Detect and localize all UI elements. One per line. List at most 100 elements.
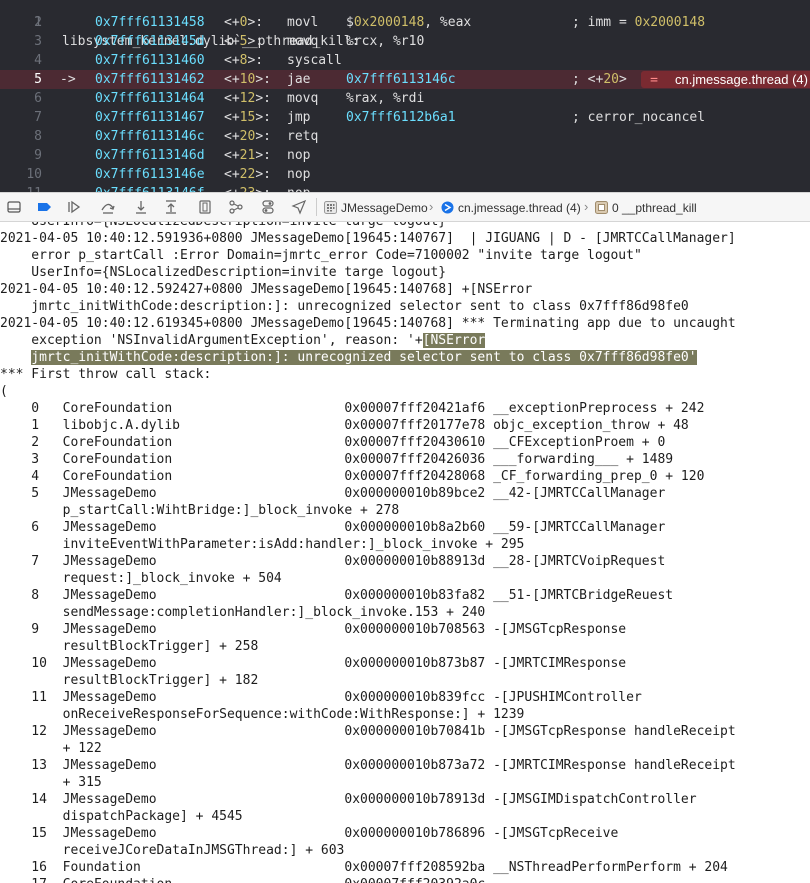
console-line: 4 CoreFoundation 0x00007fff20428068 _CF_… bbox=[0, 468, 704, 485]
toolbar-divider bbox=[316, 198, 317, 216]
console-line: 13 JMessageDemo 0x000000010b873a72 -[JMR… bbox=[0, 757, 736, 774]
line-number: 9 bbox=[34, 148, 42, 163]
operands: $0x2000148, %eax bbox=[346, 13, 471, 32]
console-text: 6 JMessageDemo 0x000000010b8a2b60 __59-[… bbox=[0, 520, 666, 535]
offset-part: 15 bbox=[239, 110, 256, 125]
current-instruction-row[interactable]: 5 -> 0x7fff61131462 <+10>: jae 0x7fff6113146c… bbox=[0, 70, 810, 89]
console-text: jmrtc_initWithCode:description:]: unreco… bbox=[0, 299, 689, 314]
console-line: error p_startCall :Error Domain=jmrtc_er… bbox=[0, 247, 642, 264]
offset-part: 10 bbox=[239, 72, 256, 87]
console-text: 10 JMessageDemo 0x000000010b873b87 -[JMR… bbox=[0, 656, 627, 671]
step-into-icon[interactable] bbox=[133, 199, 149, 215]
instruction-row[interactable]: 3 0x7fff6113145d <+5>: movq %rcx, %r10 bbox=[0, 32, 810, 51]
instruction-row[interactable]: 4 0x7fff61131460 <+8>: syscall bbox=[0, 51, 810, 70]
line-number: 8 bbox=[34, 129, 42, 144]
console-text: 4 CoreFoundation 0x00007fff20428068 _CF_… bbox=[0, 469, 705, 484]
console-line: 12 JMessageDemo 0x000000010b70841b -[JMS… bbox=[0, 723, 735, 740]
console-line: 8 JMessageDemo 0x000000010b83fa82 __51-[… bbox=[0, 587, 673, 604]
step-over-icon[interactable] bbox=[100, 199, 116, 215]
operand-part: $ bbox=[346, 15, 354, 30]
offset-part: <+ bbox=[224, 129, 240, 144]
console-text: 13 JMessageDemo 0x000000010b873a72 -[JMR… bbox=[0, 758, 736, 773]
console-line: receiveJCoreDataInJMSGThread:] + 603 bbox=[0, 842, 345, 859]
console-text: inviteEventWithParameter:isAdd:handler:]… bbox=[0, 537, 525, 552]
console-line: 11 JMessageDemo 0x000000010b839fcc -[JPU… bbox=[0, 689, 642, 706]
console-text: p_startCall:WihtBridge:]_block_invoke + … bbox=[0, 503, 400, 518]
instruction-comment: ; imm = 0x2000148 bbox=[572, 13, 705, 32]
instruction-address: 0x7fff6113146f bbox=[95, 184, 205, 192]
comment-part: 20 bbox=[603, 72, 619, 87]
console-line: exception 'NSInvalidArgumentException', … bbox=[0, 332, 486, 349]
console-line: 17 CoreFoundation 0x00007fff20392a0c bbox=[0, 876, 485, 883]
thread-stopped-badge[interactable]: = cn.jmessage.thread (4) bbox=[641, 71, 810, 88]
operands: 0x7fff6113146c bbox=[346, 70, 456, 89]
console-line: jmrtc_initWithCode:description:]: unreco… bbox=[0, 349, 697, 366]
breakpoints-toggle-icon[interactable] bbox=[36, 199, 52, 215]
console-text: 17 CoreFoundation 0x00007fff20392a0c bbox=[0, 877, 485, 883]
operands: 0x7fff6112b6a1 bbox=[346, 108, 456, 127]
offset-part: 21 bbox=[239, 148, 256, 163]
instruction-row[interactable]: 8 0x7fff6113146c <+20>: retq bbox=[0, 127, 810, 146]
breadcrumb-thread[interactable]: cn.jmessage.thread (4) bbox=[441, 200, 581, 216]
console-text: 15 JMessageDemo 0x000000010b786896 -[JMS… bbox=[0, 826, 619, 841]
console-line: sendMessage:completionHandler:]_block_in… bbox=[0, 604, 486, 621]
offset-part: >: bbox=[247, 15, 264, 30]
operand-part: 0x2000148 bbox=[353, 15, 425, 30]
breadcrumb-frame[interactable]: 0 __pthread_kill bbox=[595, 200, 697, 216]
comment-part: ; cerror_nocancel bbox=[572, 110, 706, 125]
continue-icon[interactable] bbox=[66, 199, 82, 215]
mnemonic: movq bbox=[287, 91, 319, 106]
breadcrumb-target[interactable]: JMessageDemo bbox=[324, 200, 428, 216]
console-line: 7 JMessageDemo 0x000000010b88913d __28-[… bbox=[0, 553, 665, 570]
instruction-address: 0x7fff6113146c bbox=[95, 129, 205, 144]
offset-part: 22 bbox=[239, 167, 256, 182]
mnemonic: movl bbox=[287, 15, 319, 30]
memory-graph-icon[interactable] bbox=[228, 199, 244, 215]
operand-part: %rcx, %r10 bbox=[346, 34, 425, 49]
console-text: 2021-04-05 10:40:12.592427+0800 JMessage… bbox=[0, 282, 533, 297]
line-number: 2 bbox=[34, 15, 42, 30]
mnemonic: jae bbox=[287, 72, 311, 87]
console-line: 2 CoreFoundation 0x00007fff20430610 __CF… bbox=[0, 434, 665, 451]
operand-part: 0x7fff6112b6a1 bbox=[346, 110, 456, 125]
console-output[interactable]: UserInfo={NSLocalizedDescription=invite … bbox=[0, 222, 810, 883]
mnemonic: nop bbox=[287, 184, 310, 192]
console-text: UserInfo={NSLocalizedDescription=invite … bbox=[0, 265, 447, 280]
instruction-address: 0x7fff61131464 bbox=[95, 91, 205, 106]
instruction-address: 0x7fff6113146e bbox=[95, 167, 205, 182]
instruction-row[interactable]: 11 0x7fff6113146f <+23>: nop bbox=[0, 184, 810, 192]
step-out-icon[interactable] bbox=[163, 199, 179, 215]
simulate-location-icon[interactable] bbox=[291, 199, 307, 215]
comment-part: ; <+ bbox=[572, 72, 604, 87]
view-hierarchy-icon[interactable] bbox=[197, 199, 213, 215]
console-text: *** First throw call stack: bbox=[0, 367, 212, 382]
offset-part: >: bbox=[247, 34, 264, 49]
offset-part: <+ bbox=[224, 91, 240, 106]
console-line: 3 CoreFoundation 0x00007fff20426036 ___f… bbox=[0, 451, 673, 468]
console-line: 10 JMessageDemo 0x000000010b873b87 -[JMR… bbox=[0, 655, 626, 672]
console-line: resultBlockTrigger] + 258 bbox=[0, 638, 259, 655]
instruction-row[interactable]: 9 0x7fff6113146d <+21>: nop bbox=[0, 146, 810, 165]
instruction-row[interactable]: 7 0x7fff61131467 <+15>: jmp 0x7fff6112b6a1 ; … bbox=[0, 108, 810, 127]
instruction-offset: <+0>: bbox=[224, 13, 263, 32]
console-line: jmrtc_initWithCode:description:]: unreco… bbox=[0, 298, 689, 315]
instruction-row[interactable]: 6 0x7fff61131464 <+12>: movq %rax, %rdi bbox=[0, 89, 810, 108]
environment-overrides-icon[interactable] bbox=[260, 199, 276, 215]
breadcrumb-chevron-icon: › bbox=[584, 199, 589, 214]
instruction-offset: <+21>: bbox=[224, 146, 271, 165]
console-line: 16 Foundation 0x00007fff208592ba __NSThr… bbox=[0, 859, 728, 876]
instruction-comment: ; <+20> bbox=[572, 70, 627, 89]
instruction-row[interactable]: 10 0x7fff6113146e <+22>: nop bbox=[0, 165, 810, 184]
hide-debug-area-icon[interactable] bbox=[6, 199, 22, 215]
disassembly-pane[interactable]: 1 libsystem_kernel.dylib`__pthread_kill:… bbox=[0, 0, 810, 192]
console-text: 8 JMessageDemo 0x000000010b83fa82 __51-[… bbox=[0, 588, 674, 603]
debug-bar: JMessageDemo › cn.jmessage.thread (4) › … bbox=[0, 192, 810, 222]
instruction-row[interactable]: 2 0x7fff61131458 <+0>: movl $0x2000148, %eax… bbox=[0, 13, 810, 32]
offset-part: <+ bbox=[224, 148, 240, 163]
operands: %rax, %rdi bbox=[346, 89, 424, 108]
console-text: 14 JMessageDemo 0x000000010b78913d -[JMS… bbox=[0, 792, 697, 807]
console-text: 2021-04-05 10:40:12.591936+0800 JMessage… bbox=[0, 231, 736, 246]
operands: %rcx, %r10 bbox=[346, 32, 424, 51]
mnemonic: nop bbox=[287, 148, 311, 163]
